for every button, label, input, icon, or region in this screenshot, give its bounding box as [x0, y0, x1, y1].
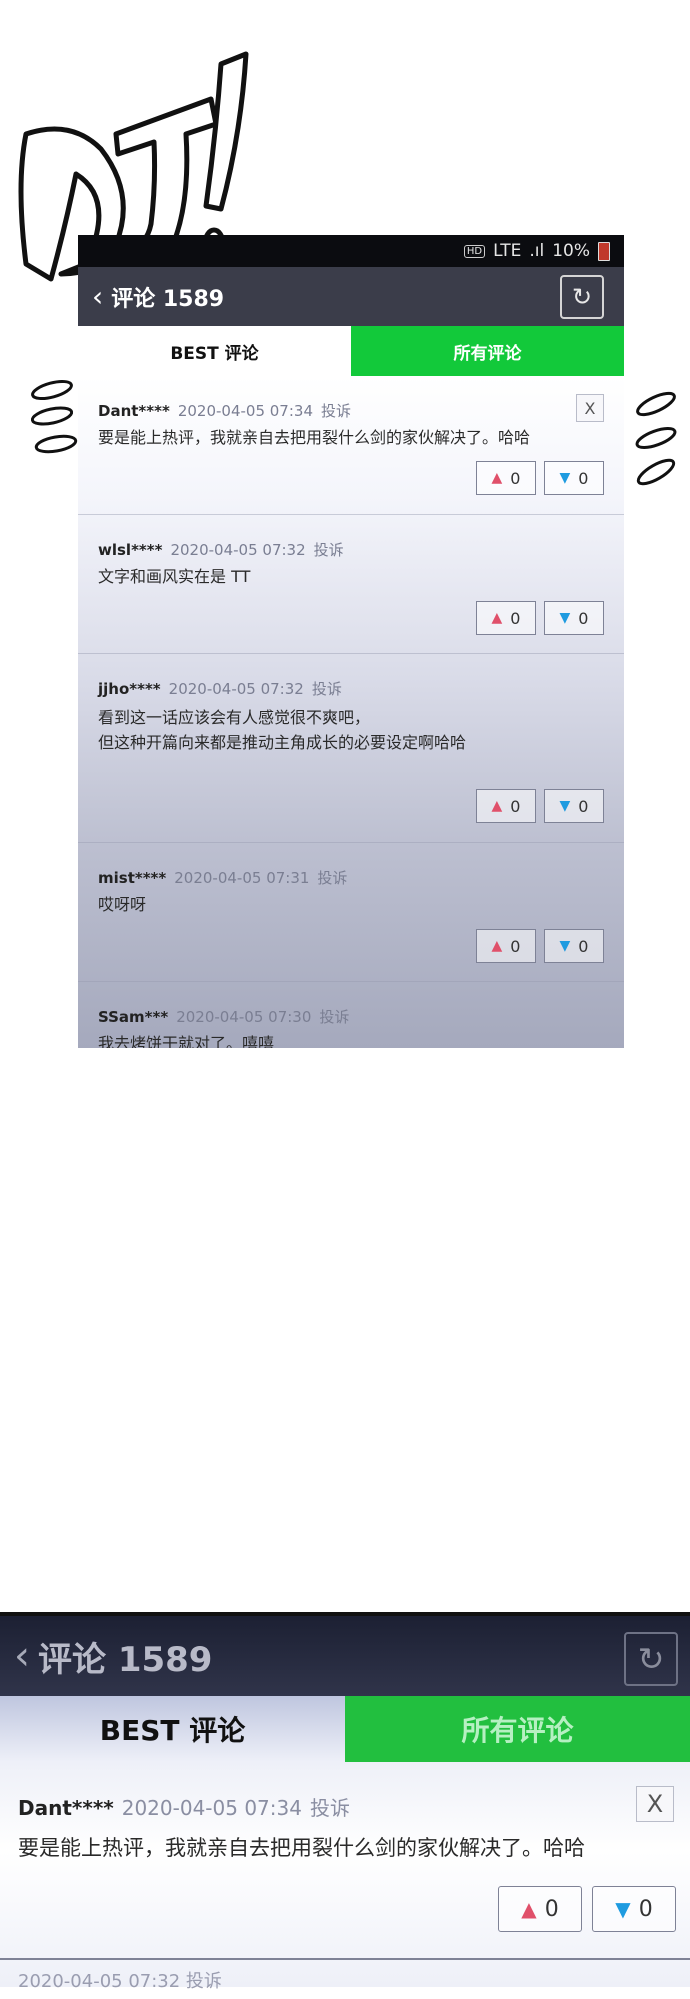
tab-all-comments[interactable]: 所有评论 [351, 326, 624, 376]
comment-list: Dant**** 2020-04-05 07:34 投诉 要是能上热评，我就亲自… [78, 376, 624, 1048]
comment-text: 要是能上热评，我就亲自去把用裂什么剑的家伙解决了。哈哈 [98, 428, 531, 447]
refresh-icon[interactable]: ↻ [624, 1632, 678, 1686]
like-button[interactable]: ▲ 0 [476, 789, 536, 823]
comment-item: wlsl**** 2020-04-05 07:32 投诉 文字和画风实在是 TT… [78, 515, 624, 654]
like-button[interactable]: ▲ 0 [498, 1886, 582, 1932]
comment-text: 看到这一话应该会有人感觉很不爽吧， 但这种开篇向来都是推动主角成长的必要设定啊哈… [98, 708, 467, 752]
dislike-count: 0 [578, 936, 589, 956]
like-count: 0 [510, 796, 521, 816]
like-count: 0 [544, 1896, 559, 1922]
comment-text: 哎呀呀 [98, 895, 147, 914]
comment-date: 2020-04-05 07:30 [176, 1008, 312, 1026]
thumbs-up-icon: ▲ [491, 610, 503, 626]
report-link[interactable]: 投诉 [314, 539, 344, 560]
vote-buttons: ▲ 0 ▼ 0 [476, 789, 604, 823]
tab-best-comments[interactable]: BEST 评论 [78, 326, 351, 376]
tab-all-comments[interactable]: 所有评论 [345, 1696, 690, 1762]
hd-indicator: HD [463, 244, 486, 258]
comment-date: 2020-04-05 07:34 [121, 1796, 302, 1820]
comment-date: 2020-04-05 07:31 [174, 869, 310, 887]
refresh-icon[interactable]: ↻ [560, 275, 604, 319]
left-motion-marks [30, 379, 78, 454]
dislike-button[interactable]: ▼ 0 [544, 461, 604, 495]
report-link[interactable]: 投诉 [319, 1006, 349, 1027]
comment-item: jjho**** 2020-04-05 07:32 投诉 看到这一话应该会有人感… [78, 654, 624, 843]
dislike-button[interactable]: ▼ 0 [592, 1886, 676, 1932]
like-count: 0 [510, 936, 521, 956]
comment-username: Dant**** [18, 1796, 114, 1820]
comment-username: Dant**** [98, 402, 170, 420]
comment-username: wlsl**** [98, 541, 163, 559]
dislike-button[interactable]: ▼ 0 [544, 929, 604, 963]
dislike-button[interactable]: ▼ 0 [544, 601, 604, 635]
dislike-count: 0 [578, 796, 589, 816]
chevron-left-icon[interactable]: ‹ [14, 1633, 30, 1679]
thumbs-up-icon: ▲ [521, 1897, 537, 1921]
divider [0, 1958, 690, 1960]
comment-date: 2020-04-05 07:32 [170, 541, 306, 559]
tab-best-comments[interactable]: BEST 评论 [0, 1696, 345, 1762]
zoomed-tab-bar: BEST 评论 所有评论 [0, 1696, 690, 1762]
like-count: 0 [510, 468, 521, 488]
thumbs-down-icon: ▼ [559, 610, 571, 626]
battery-icon [598, 241, 610, 261]
thumbs-up-icon: ▲ [491, 798, 503, 814]
zoomed-panel: ‹ 评论 1589 ↻ BEST 评论 所有评论 Dant**** 2020-0… [0, 1612, 690, 1991]
vote-buttons: ▲ 0 ▼ 0 [476, 601, 604, 635]
comment-date: 2020-04-05 07:34 [177, 402, 313, 420]
like-button[interactable]: ▲ 0 [476, 461, 536, 495]
vote-buttons: ▲ 0 ▼ 0 [498, 1886, 676, 1932]
comment-username: jjho**** [98, 680, 161, 698]
thumbs-up-icon: ▲ [491, 470, 503, 486]
like-count: 0 [510, 608, 521, 628]
report-link[interactable]: 投诉 [310, 1792, 350, 1821]
page-title: 评论 1589 [111, 286, 225, 312]
dislike-count: 0 [578, 608, 589, 628]
chevron-left-icon[interactable]: ‹ [92, 282, 103, 311]
comment-text: 要是能上热评，我就亲自去把用裂什么剑的家伙解决了。哈哈 [18, 1836, 585, 1860]
thumbs-down-icon: ▼ [559, 470, 571, 486]
comment-username: SSam*** [98, 1008, 169, 1026]
comment-item: Dant**** 2020-04-05 07:34 投诉 要是能上热评，我就亲自… [78, 376, 624, 515]
report-link[interactable]: 投诉 [317, 867, 347, 888]
dislike-count: 0 [578, 468, 589, 488]
thumbs-down-icon: ▼ [559, 798, 571, 814]
zoomed-header: ‹ 评论 1589 ↻ [0, 1616, 690, 1696]
zoomed-comment: Dant**** 2020-04-05 07:34 投诉 要是能上热评，我就亲自… [0, 1762, 690, 1991]
network-indicator: LTE [493, 241, 522, 261]
phone-screen: HD LTE .ıl 10% ‹ 评论 1589 ↻ BEST 评论 所有评论 … [78, 235, 624, 1048]
thumbs-down-icon: ▼ [559, 938, 571, 954]
dislike-count: 0 [638, 1896, 653, 1922]
like-button[interactable]: ▲ 0 [476, 601, 536, 635]
battery-level: 10% [552, 241, 590, 261]
comment-username: mist**** [98, 869, 167, 887]
thumbs-down-icon: ▼ [615, 1897, 631, 1921]
zoomed-page-title: 评论 1589 [38, 1639, 213, 1680]
close-icon[interactable]: X [576, 394, 604, 422]
report-link[interactable]: 投诉 [312, 678, 342, 699]
report-link[interactable]: 投诉 [321, 400, 351, 421]
comments-header: ‹ 评论 1589 ↻ [78, 267, 624, 326]
vote-buttons: ▲ 0 ▼ 0 [476, 929, 604, 963]
dislike-button[interactable]: ▼ 0 [544, 789, 604, 823]
comment-text: 文字和画风实在是 TT [98, 567, 251, 586]
comment-date: 2020-04-05 07:32 [168, 680, 304, 698]
right-motion-marks [635, 391, 677, 486]
comment-item: SSam*** 2020-04-05 07:30 投诉 我去烤饼干就对了。嘻嘻 [78, 982, 624, 1048]
vote-buttons: ▲ 0 ▼ 0 [476, 461, 604, 495]
close-icon[interactable]: X [636, 1786, 674, 1822]
status-bar: HD LTE .ıl 10% [78, 235, 624, 267]
like-button[interactable]: ▲ 0 [476, 929, 536, 963]
comment-item: mist**** 2020-04-05 07:31 投诉 哎呀呀 ▲ 0 ▼ 0 [78, 843, 624, 982]
thumbs-up-icon: ▲ [491, 938, 503, 954]
signal-icon: .ıl [529, 241, 545, 261]
comment-text: 我去烤饼干就对了。嘻嘻 [98, 1034, 275, 1048]
tab-bar: BEST 评论 所有评论 [78, 326, 624, 376]
next-comment-peek: 2020-04-05 07:32 投诉 [18, 1971, 222, 1991]
